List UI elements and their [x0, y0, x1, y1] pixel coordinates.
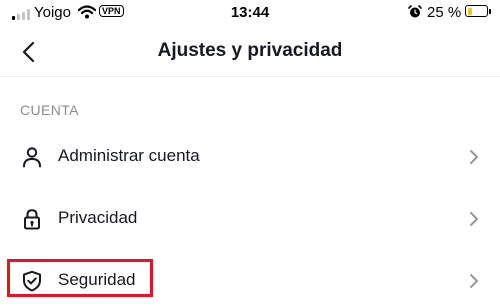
settings-item-security[interactable]: Seguridad [0, 256, 500, 306]
settings-item-privacy[interactable]: Privacidad [0, 194, 500, 244]
section-header: CUENTA [20, 102, 79, 118]
settings-item-label: Administrar cuenta [58, 146, 200, 165]
battery-level-fill [467, 7, 472, 15]
battery-icon [465, 5, 488, 17]
settings-item-label: Seguridad [58, 270, 136, 289]
settings-item-manage-account[interactable]: Administrar cuenta [0, 132, 500, 182]
settings-item-label: Privacidad [58, 208, 138, 227]
nav-bar: Ajustes y privacidad [0, 28, 500, 77]
status-time: 13:44 [230, 4, 270, 21]
alarm-icon [408, 5, 422, 24]
person-icon [20, 145, 44, 169]
shield-check-icon [20, 269, 44, 293]
chevron-right-icon [470, 150, 478, 164]
chevron-right-icon [470, 274, 478, 288]
chevron-right-icon [470, 212, 478, 226]
battery-tip [489, 9, 491, 14]
status-bar: Yoigo VPN 13:44 25 % [0, 0, 500, 28]
page-title: Ajustes y privacidad [157, 40, 343, 61]
battery-percent: 25 % [427, 4, 462, 21]
lock-icon [20, 207, 44, 231]
